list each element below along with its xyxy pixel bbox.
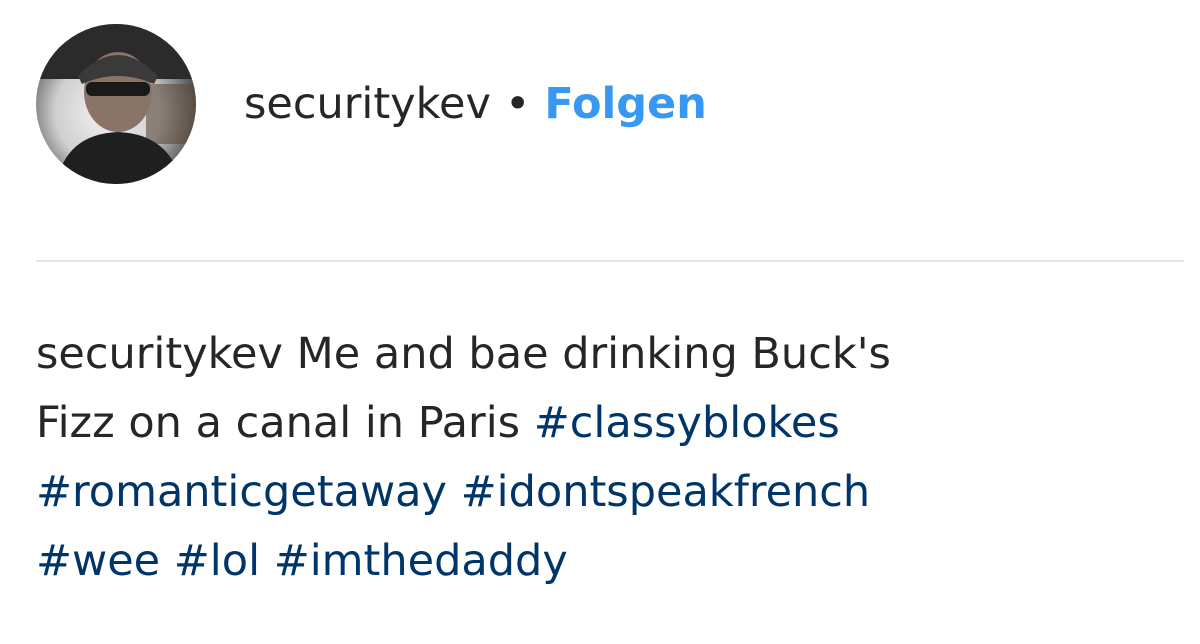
- hashtag-link[interactable]: #idontspeakfrench: [461, 467, 871, 517]
- follow-button[interactable]: Folgen: [544, 82, 706, 126]
- caption-text-part1: Me and bae drinking Buck's: [296, 329, 891, 379]
- username-link[interactable]: securitykev: [244, 82, 491, 126]
- post-header: securitykev • Folgen: [36, 24, 707, 184]
- hashtag-link[interactable]: #romanticgetaway: [36, 467, 447, 517]
- caption-username-link[interactable]: securitykev: [36, 329, 283, 379]
- hashtag-link[interactable]: #classyblokes: [534, 398, 840, 448]
- instagram-post: securitykev • Folgen securitykev Me and …: [0, 0, 1200, 644]
- avatar-image: [36, 24, 196, 184]
- hashtag-link[interactable]: #wee: [36, 536, 160, 586]
- divider: [36, 260, 1184, 262]
- caption-text-part2: Fizz on a canal in Paris: [36, 398, 521, 448]
- avatar[interactable]: [36, 24, 196, 184]
- hashtag-link[interactable]: #lol: [174, 536, 260, 586]
- hashtag-link[interactable]: #imthedaddy: [274, 536, 568, 586]
- header-text: securitykev • Folgen: [244, 78, 707, 129]
- caption: securitykev Me and bae drinking Buck's F…: [36, 320, 1036, 596]
- separator-dot: •: [504, 78, 531, 129]
